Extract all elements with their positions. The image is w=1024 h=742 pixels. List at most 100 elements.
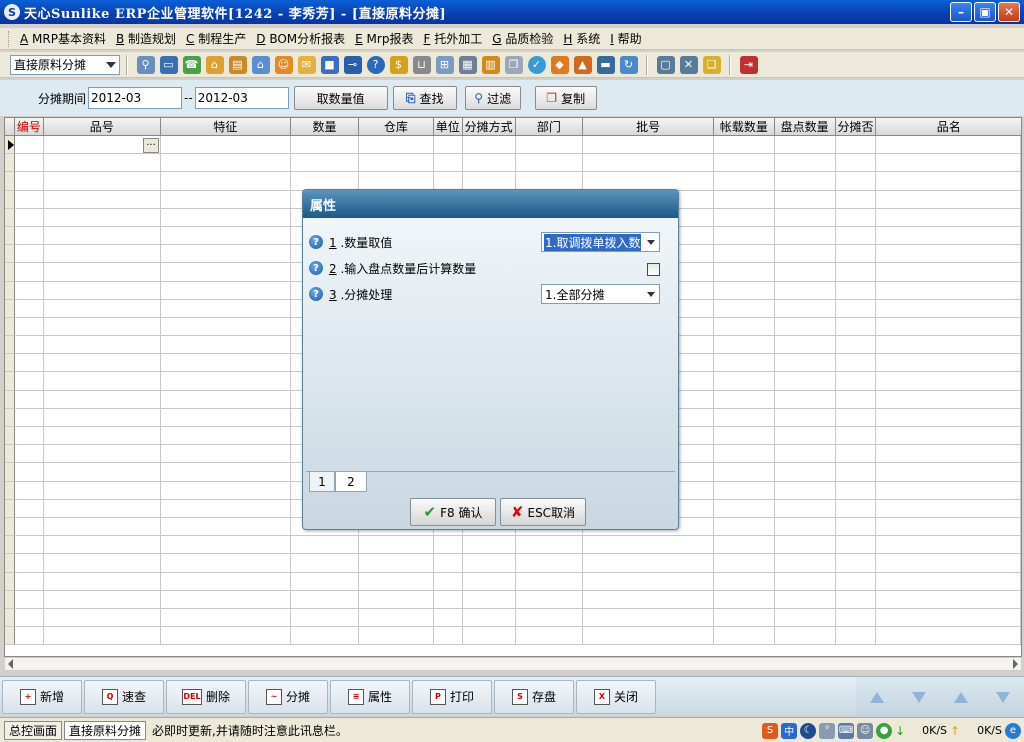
grid-cell[interactable] [161, 608, 292, 627]
grid-cell[interactable] [876, 281, 1021, 299]
grid-cell[interactable] [583, 554, 714, 572]
row-header[interactable] [5, 354, 15, 372]
grid-cell[interactable] [876, 499, 1021, 517]
grid-cell[interactable] [463, 590, 516, 608]
grid-cell[interactable] [44, 336, 161, 354]
dialog-tab-2[interactable]: 2 [335, 472, 367, 492]
print-button[interactable]: P 打印 [412, 679, 492, 714]
grid-cell[interactable] [291, 136, 359, 154]
chevron-down-icon[interactable] [643, 285, 659, 303]
menu-manufacturing-plan[interactable]: B 制造规划 [111, 30, 181, 47]
grid-cell[interactable] [876, 208, 1021, 226]
grid-cell[interactable] [44, 481, 161, 499]
row-header[interactable] [5, 536, 15, 554]
grid-cell[interactable] [775, 408, 836, 426]
status-tab-current[interactable]: 直接原料分摊 [64, 720, 147, 740]
grid-cell[interactable] [583, 608, 714, 627]
grid-cell[interactable] [44, 590, 161, 608]
grid-cell[interactable] [44, 499, 161, 517]
grid-cell[interactable] [775, 463, 836, 481]
grid-cell[interactable] [463, 154, 516, 172]
row-header[interactable] [5, 172, 15, 190]
grid-cell[interactable] [44, 554, 161, 572]
grid-cell[interactable] [876, 608, 1021, 627]
grid-cell[interactable] [583, 154, 714, 172]
grid-cell[interactable] [359, 172, 434, 190]
grid-cell[interactable] [15, 154, 44, 172]
menu-outsourcing[interactable]: F 托外加工 [418, 30, 487, 47]
home-doc-icon[interactable]: ⌂ [205, 55, 224, 74]
row-header[interactable] [5, 190, 15, 208]
grid-cell[interactable] [876, 372, 1021, 390]
qty-source-select[interactable]: 1.取调拨单拨入数 [541, 232, 660, 252]
grid-cell[interactable] [44, 281, 161, 299]
refresh-icon[interactable]: ↻ [619, 55, 638, 74]
grid-cell[interactable] [714, 463, 775, 481]
grid-cell[interactable] [359, 154, 434, 172]
grid-cell[interactable] [714, 481, 775, 499]
allocate-button[interactable]: ~ 分摊 [248, 679, 328, 714]
grid-cell[interactable] [876, 590, 1021, 608]
row-header[interactable] [5, 481, 15, 499]
grid-cell[interactable] [161, 372, 292, 390]
filter-button[interactable]: ⚲ 过滤 [464, 86, 521, 110]
grid-cell[interactable] [516, 572, 584, 590]
grid-cell[interactable] [161, 390, 292, 408]
grid-cell[interactable] [775, 627, 836, 645]
grid-cell[interactable] [714, 154, 775, 172]
grid-cell[interactable] [876, 408, 1021, 426]
grid-cell[interactable] [876, 136, 1021, 154]
col-header-book-qty[interactable]: 帐载数量 [714, 118, 775, 135]
grid-cell[interactable] [775, 590, 836, 608]
punctuation-icon[interactable]: ° [819, 722, 836, 739]
user-icon[interactable]: ☺ [857, 722, 874, 739]
grid-cell[interactable] [775, 427, 836, 445]
row-header[interactable] [5, 517, 15, 536]
function-combo[interactable]: 直接原料分摊 [10, 54, 120, 75]
help-circle-icon[interactable]: ? [366, 55, 385, 74]
grid-cell[interactable] [714, 299, 775, 317]
grid-cell[interactable] [876, 627, 1021, 645]
grid-cell[interactable] [291, 536, 359, 554]
grid-cell[interactable] [44, 608, 161, 627]
grid-cell[interactable] [876, 572, 1021, 590]
grid-cell[interactable] [876, 554, 1021, 572]
grid-cell[interactable] [775, 372, 836, 390]
menu-mrp-basic[interactable]: A MRP基本资料 [15, 30, 111, 47]
last-record-icon[interactable] [996, 691, 1010, 703]
grid-cell[interactable] [876, 245, 1021, 263]
row-header[interactable] [5, 427, 15, 445]
quick-search-button[interactable]: Q 速查 [84, 679, 164, 714]
grid-cell[interactable] [15, 281, 44, 299]
grid-cell[interactable] [775, 136, 836, 154]
app-logo-icon[interactable]: S [4, 4, 20, 20]
grid-cell[interactable] [714, 627, 775, 645]
grid-cell[interactable] [876, 445, 1021, 463]
grid-cell[interactable] [775, 172, 836, 190]
grid-cell[interactable] [161, 281, 292, 299]
grid-cell[interactable] [44, 190, 161, 208]
grid-cell[interactable] [714, 281, 775, 299]
pin-icon[interactable]: ⊸ [343, 55, 362, 74]
row-header[interactable] [5, 136, 15, 154]
grid-cell[interactable] [775, 390, 836, 408]
help-icon[interactable]: ? [309, 235, 323, 249]
minimize-button[interactable]: – [950, 2, 972, 22]
tree-icon[interactable]: ⚲ [136, 55, 155, 74]
search-button[interactable]: ⎘ 查找 [392, 86, 457, 110]
grid-cell[interactable] [291, 172, 359, 190]
grid-cell[interactable] [876, 299, 1021, 317]
grid-cell[interactable] [161, 427, 292, 445]
chinese-mode-icon[interactable]: 中 [781, 722, 798, 739]
grid-cell[interactable] [836, 608, 877, 627]
grid-cell[interactable] [714, 590, 775, 608]
horizontal-scrollbar[interactable] [4, 657, 1022, 671]
grid-cell[interactable] [876, 463, 1021, 481]
grid-cell[interactable] [15, 299, 44, 317]
grid-cell[interactable] [876, 427, 1021, 445]
grid-cell[interactable] [434, 172, 463, 190]
row-header[interactable] [5, 408, 15, 426]
screen-icon[interactable]: ▬ [596, 55, 615, 74]
grid-cell[interactable] [44, 572, 161, 590]
grid-cell[interactable] [714, 554, 775, 572]
